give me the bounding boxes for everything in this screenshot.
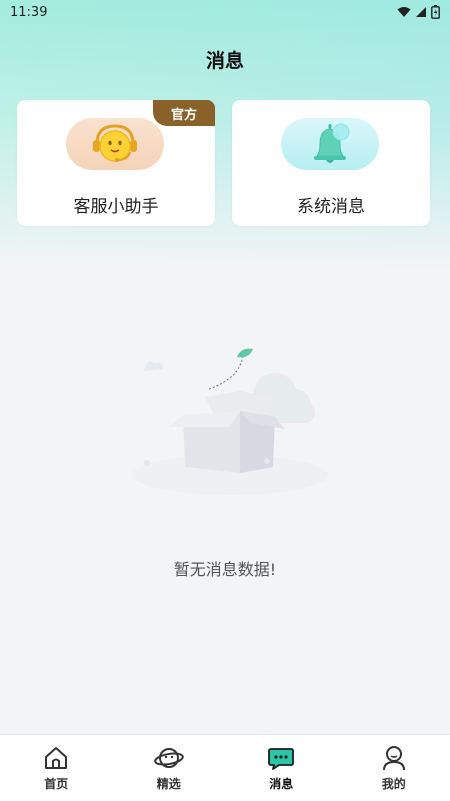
customer-service-label: 客服小助手	[17, 192, 215, 217]
customer-service-icon-container	[66, 118, 164, 170]
status-bar: 11:39	[0, 0, 450, 24]
wifi-icon	[397, 6, 411, 18]
tab-home-label: 首页	[44, 775, 68, 792]
tab-messages[interactable]: 消息	[225, 735, 338, 801]
system-messages-card[interactable]: 系统消息	[232, 100, 430, 226]
signal-icon	[415, 6, 427, 18]
home-icon	[42, 744, 70, 772]
tab-profile[interactable]: 我的	[338, 735, 450, 801]
user-icon	[380, 744, 408, 772]
bottom-tabbar: 首页 精选 消息 我的	[0, 734, 450, 801]
status-time: 11:39	[10, 5, 47, 20]
empty-box-icon	[125, 345, 335, 505]
customer-service-card[interactable]: 官方 客服小助手	[17, 100, 215, 226]
tab-featured[interactable]: 精选	[113, 735, 226, 801]
bell-icon-container	[281, 118, 379, 170]
status-icons	[397, 5, 440, 19]
system-messages-label: 系统消息	[232, 192, 430, 217]
empty-state-text: 暂无消息数据!	[0, 556, 450, 580]
bell-icon	[281, 118, 379, 170]
empty-state-illustration	[125, 345, 335, 505]
tab-featured-label: 精选	[157, 775, 181, 792]
chat-icon	[267, 744, 295, 772]
page-title: 消息	[0, 46, 450, 73]
tab-profile-label: 我的	[382, 775, 406, 792]
tab-messages-label: 消息	[269, 775, 293, 792]
battery-icon	[431, 5, 440, 19]
tab-home[interactable]: 首页	[0, 735, 113, 801]
planet-icon	[154, 744, 184, 772]
customer-service-icon	[66, 118, 164, 170]
